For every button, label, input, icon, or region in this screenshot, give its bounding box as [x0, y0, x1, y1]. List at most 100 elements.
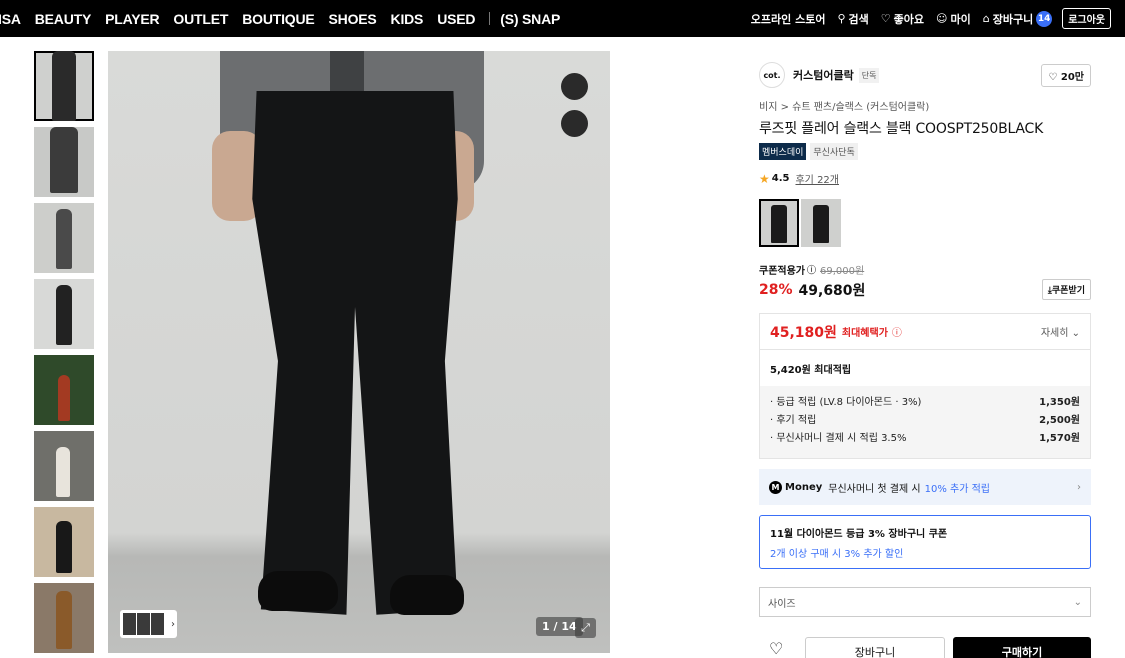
product-title: 루즈핏 플레어 슬랙스 블랙 COOSPT250BLACK: [759, 121, 1044, 137]
buy-now-button[interactable]: 구매하기: [953, 637, 1091, 658]
search-icon: ⚲: [837, 12, 846, 25]
brand-like-button[interactable]: ♡ 20만: [1041, 64, 1091, 87]
image-dot-button[interactable]: [561, 110, 588, 137]
musinsa-money-banner[interactable]: M Money 무신사머니 첫 결제 시 10% 추가 적립 ›: [759, 469, 1091, 505]
money-highlight: 10% 추가 적립: [924, 483, 990, 495]
nav-item-snap[interactable]: (S) SNAP: [500, 11, 560, 27]
user-icon: ☺: [936, 12, 948, 25]
main-product-image[interactable]: › 1 / 14 ⤢: [108, 51, 610, 653]
thumbnail-image: [52, 51, 76, 121]
nav-item-beauty[interactable]: BEAUTY: [35, 11, 92, 27]
expand-icon[interactable]: ⤢: [575, 618, 596, 638]
max-benefit-price: 45,180원: [770, 324, 837, 341]
info-icon[interactable]: ⓘ: [807, 263, 816, 276]
thumbnail-image: [56, 591, 72, 649]
shoe-shape: [390, 575, 464, 615]
points-row-value: 1,350원: [1039, 397, 1080, 408]
star-icon: ★: [759, 171, 770, 186]
chevron-down-icon: ⌄: [1071, 328, 1080, 339]
top-nav: ISA BEAUTY PLAYER OUTLET BOUTIQUE SHOES …: [0, 0, 1125, 37]
color-option-image: [771, 205, 787, 243]
nav-item-used[interactable]: USED: [437, 11, 475, 27]
nav-item-isa[interactable]: ISA: [0, 11, 21, 27]
thumbnail-1[interactable]: [34, 51, 94, 121]
size-select[interactable]: 사이즈 ⌄: [759, 587, 1091, 617]
thumbnail-image: [56, 285, 72, 345]
color-option-2[interactable]: [801, 199, 841, 247]
reviews-link[interactable]: 후기 22개: [795, 171, 839, 186]
thumbnail-3[interactable]: [34, 203, 94, 273]
mini-thumbnail-strip[interactable]: ›: [120, 610, 177, 638]
brand-like-count: 20만: [1060, 72, 1084, 83]
points-row-label: · 등급 적립 (LV.8 다이아몬드 · 3%): [770, 397, 922, 408]
get-coupon-button[interactable]: ⤓쿠폰받기: [1041, 279, 1091, 300]
size-select-placeholder: 사이즈: [768, 598, 796, 610]
thumbnail-2[interactable]: [34, 127, 94, 197]
wishlist-heart-icon[interactable]: ♡: [759, 637, 799, 658]
money-word: Money: [785, 481, 823, 493]
max-benefit-label: 최대혜택가: [841, 328, 888, 339]
cart-coupon-box[interactable]: 11월 다이아몬드 등급 3% 장바구니 쿠폰 2개 이상 구매 시 3% 추가…: [759, 515, 1091, 569]
thumbnail-image: [56, 209, 72, 269]
color-option-1[interactable]: [759, 199, 799, 247]
cart-label: 장바구니: [992, 12, 1034, 26]
points-row: · 무신사머니 결제 시 적립 3.5% 1,570원: [770, 430, 1080, 448]
get-coupon-label: 쿠폰받기: [1051, 286, 1085, 296]
nav-item-boutique[interactable]: BOUTIQUE: [242, 11, 314, 27]
max-points: 5,420원 최대적립: [770, 364, 852, 376]
nav-item-kids[interactable]: KIDS: [391, 11, 424, 27]
nav-item-player[interactable]: PLAYER: [105, 11, 160, 27]
bag-icon: ⌂: [982, 12, 990, 25]
cart-count-badge: 14: [1036, 10, 1053, 27]
brand-name[interactable]: 커스텀어클락: [793, 67, 854, 83]
my-link[interactable]: ☺ 마이: [936, 11, 971, 27]
thumbnail-4[interactable]: [34, 279, 94, 349]
points-row-value: 2,500원: [1039, 415, 1080, 426]
breadcrumb[interactable]: 비지 > 슈트 팬츠/슬랙스 (커스텀어클락): [759, 98, 929, 113]
search-link[interactable]: ⚲ 검색: [837, 11, 868, 27]
detail-toggle[interactable]: 자세히 ⌄: [1041, 324, 1080, 339]
chevron-right-icon: ›: [171, 618, 175, 630]
points-row-label: · 무신사머니 결제 시 적립 3.5%: [770, 433, 907, 444]
exclusive-badge: 무신사단독: [810, 143, 858, 160]
color-option-image: [813, 205, 829, 243]
my-label: 마이: [950, 12, 971, 26]
chevron-down-icon: ⌄: [1073, 596, 1082, 608]
logout-button[interactable]: 로그아웃: [1062, 8, 1111, 29]
coupon-price-label: 쿠폰적용가: [759, 266, 805, 277]
pants-shape: [252, 91, 458, 615]
like-link[interactable]: ♡ 좋아요: [881, 11, 924, 27]
nav-item-shoes[interactable]: SHOES: [329, 11, 377, 27]
thumbnail-image: [58, 375, 70, 421]
nav-item-outlet[interactable]: OUTLET: [173, 11, 228, 27]
points-row: · 후기 적립 2,500원: [770, 412, 1080, 430]
thumbnail-list: [34, 51, 94, 658]
shoe-shape: [258, 571, 338, 611]
brand-logo[interactable]: cot.: [759, 62, 785, 88]
user-nav: 오프라인 스토어 ⚲ 검색 ♡ 좋아요 ☺ 마이 ⌂ 장바구니 14 로그아웃: [739, 0, 1111, 37]
heart-icon: ♡: [880, 12, 891, 25]
rating-score: 4.5: [771, 173, 790, 184]
image-dot-button[interactable]: [561, 73, 588, 100]
add-to-cart-button[interactable]: 장바구니: [805, 637, 945, 658]
discount-rate: 28%: [759, 282, 793, 298]
info-icon[interactable]: ⓘ: [892, 324, 902, 339]
points-row-value: 1,570원: [1039, 433, 1080, 444]
product-info-panel: cot. 커스텀어클락 단독 ♡ 20만 비지 > 슈트 팬츠/슬랙스 (커스텀…: [745, 51, 1105, 658]
cart-link[interactable]: ⌂ 장바구니 14: [982, 10, 1053, 27]
thumbnail-6[interactable]: [34, 431, 94, 501]
price-row: 28% 49,680원: [759, 280, 865, 300]
mini-thumbnail: [123, 613, 136, 635]
thumbnail-7[interactable]: [34, 507, 94, 577]
search-label: 검색: [848, 12, 869, 26]
category-nav: ISA BEAUTY PLAYER OUTLET BOUTIQUE SHOES …: [0, 0, 574, 37]
benefit-box: 45,180원 최대혜택가 ⓘ 자세히 ⌄ 5,420원 최대적립 · 등급 적…: [759, 313, 1091, 459]
mini-thumbnail: [137, 613, 150, 635]
offline-store-link[interactable]: 오프라인 스토어: [751, 11, 826, 27]
thumbnail-5[interactable]: [34, 355, 94, 425]
chevron-right-icon: ›: [1077, 481, 1081, 493]
product-badges: 멤버스데이 무신사단독: [759, 143, 858, 160]
thumbnail-8[interactable]: [34, 583, 94, 653]
max-benefit-row[interactable]: 45,180원 최대혜택가 ⓘ 자세히 ⌄: [760, 314, 1090, 350]
heart-icon: ♡: [1048, 72, 1061, 83]
